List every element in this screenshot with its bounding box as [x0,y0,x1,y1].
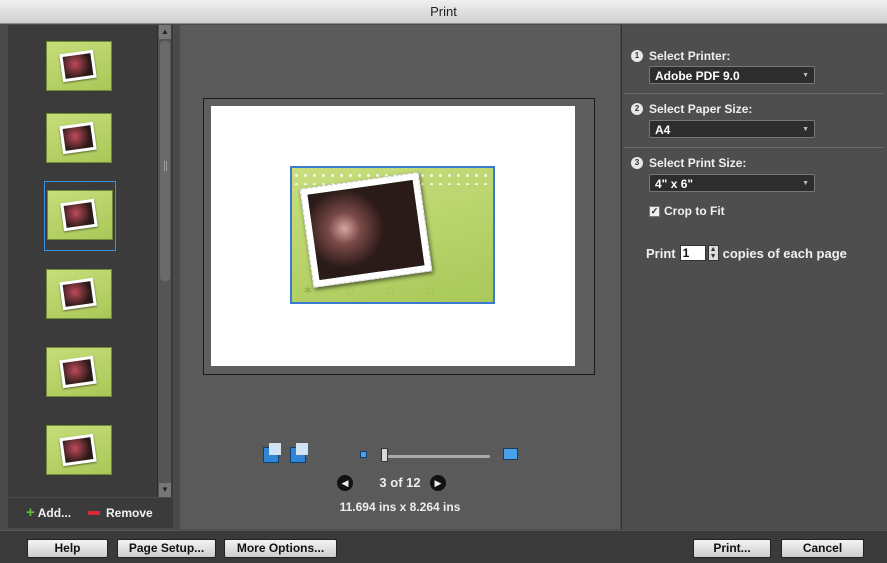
thumbnail-image [46,269,112,319]
page-dimensions: 11.694 ins x 8.264 ins [339,500,461,514]
zoom-slider-thumb[interactable] [381,448,388,462]
preview-controls: ◀ 3 of 12 ▶ 11.694 ins x 8.264 ins [180,443,620,525]
thumbnail-item[interactable] [44,343,116,401]
next-page-icon[interactable]: ▶ [430,475,446,491]
help-button[interactable]: Help [27,539,108,558]
grip-icon [164,161,167,171]
decorative-swirls: ✶ ◌ ◌ ◌ ✶ [302,282,449,302]
thumbnail-image [46,41,112,91]
scroll-up-icon[interactable]: ▲ [159,25,171,39]
copies-prefix: Print [646,245,676,261]
thumbnail-scrollbar[interactable]: ▲ ▼ [157,25,171,497]
thumbnail-item[interactable] [44,37,116,95]
cancel-button[interactable]: Cancel [781,539,864,558]
thumbnail-image [47,190,113,240]
thumbnail-image [46,113,112,163]
rotate-left-icon[interactable] [263,443,281,463]
print-preview-area: ✶ ◌ ◌ ◌ ✶ ◀ 3 of 12 ▶ 11.694 ins x 8.264… [180,25,620,529]
select-paper-label: Select Paper Size: [649,102,753,116]
thumbnail-image [46,347,112,397]
zoom-out-icon[interactable] [360,451,367,458]
divider [624,147,884,148]
page-setup-button[interactable]: Page Setup... [117,539,216,558]
crop-to-fit-label: Crop to Fit [664,204,725,218]
print-size-dropdown[interactable]: 4" x 6" ▼ [649,174,815,192]
page-indicator: 3 of 12 [379,475,421,490]
select-printer-heading: 1 Select Printer: [631,49,730,63]
thumbnail-item[interactable] [44,421,116,479]
select-print-size-heading: 3 Select Print Size: [631,156,746,170]
thumbnail-actions: + Add... Remove [8,498,173,528]
thumbnail-item[interactable] [44,265,116,323]
paper-size-dropdown[interactable]: A4 ▼ [649,120,815,138]
thumbnail-item[interactable] [44,109,116,167]
add-label: Add... [37,506,72,520]
printer-value: Adobe PDF 9.0 [655,69,740,83]
previous-page-icon[interactable]: ◀ [337,475,353,491]
print-button[interactable]: Print... [693,539,771,558]
more-options-button[interactable]: More Options... [224,539,337,558]
remove-label: Remove [106,506,153,520]
thumbnail-panel[interactable] [8,25,173,497]
window-titlebar: Print [0,0,887,24]
rotate-right-icon[interactable] [290,443,308,463]
plus-icon: + [26,504,35,521]
divider [624,93,884,94]
copies-input[interactable] [679,245,706,261]
select-printer-label: Select Printer: [649,49,731,63]
scroll-down-icon[interactable]: ▼ [159,483,171,497]
step-number: 2 [631,103,643,115]
print-size-value: 4" x 6" [655,177,694,191]
chevron-down-icon: ▼ [802,126,809,133]
print-image[interactable]: ✶ ◌ ◌ ◌ ✶ [290,166,495,304]
dialog-footer: Help Page Setup... More Options... Print… [0,530,887,563]
step-number: 3 [631,157,643,169]
crop-to-fit-option[interactable]: ✓ Crop to Fit [649,204,725,218]
select-paper-heading: 2 Select Paper Size: [631,102,752,116]
copies-row: Print ▲▼ copies of each page [646,245,847,261]
step-number: 1 [631,50,643,62]
zoom-in-icon[interactable] [503,448,518,460]
zoom-slider-track[interactable] [384,455,490,458]
paper-size-value: A4 [655,123,671,137]
copies-stepper[interactable]: ▲ ▼ [707,245,719,261]
printer-dropdown[interactable]: Adobe PDF 9.0 ▼ [649,66,815,84]
thumbnail-item-selected[interactable] [44,181,116,251]
print-photo [299,172,433,288]
copies-suffix: copies of each page [722,245,847,261]
crop-to-fit-checkbox[interactable]: ✓ [649,205,660,217]
select-print-size-label: Select Print Size: [649,156,747,170]
window-title: Print [430,4,457,19]
thumbnail-image [46,425,112,475]
print-settings-panel: 1 Select Printer: Adobe PDF 9.0 ▼ 2 Sele… [621,25,887,529]
add-button[interactable]: + Add... [26,504,72,521]
scrollbar-thumb[interactable] [160,41,170,281]
chevron-down-icon: ▼ [802,72,809,79]
chevron-down-icon: ▼ [802,180,809,187]
paper-page: ✶ ◌ ◌ ◌ ✶ [211,106,575,366]
paper-frame: ✶ ◌ ◌ ◌ ✶ [203,98,595,375]
minus-icon [88,511,100,515]
remove-button[interactable]: Remove [88,506,153,520]
